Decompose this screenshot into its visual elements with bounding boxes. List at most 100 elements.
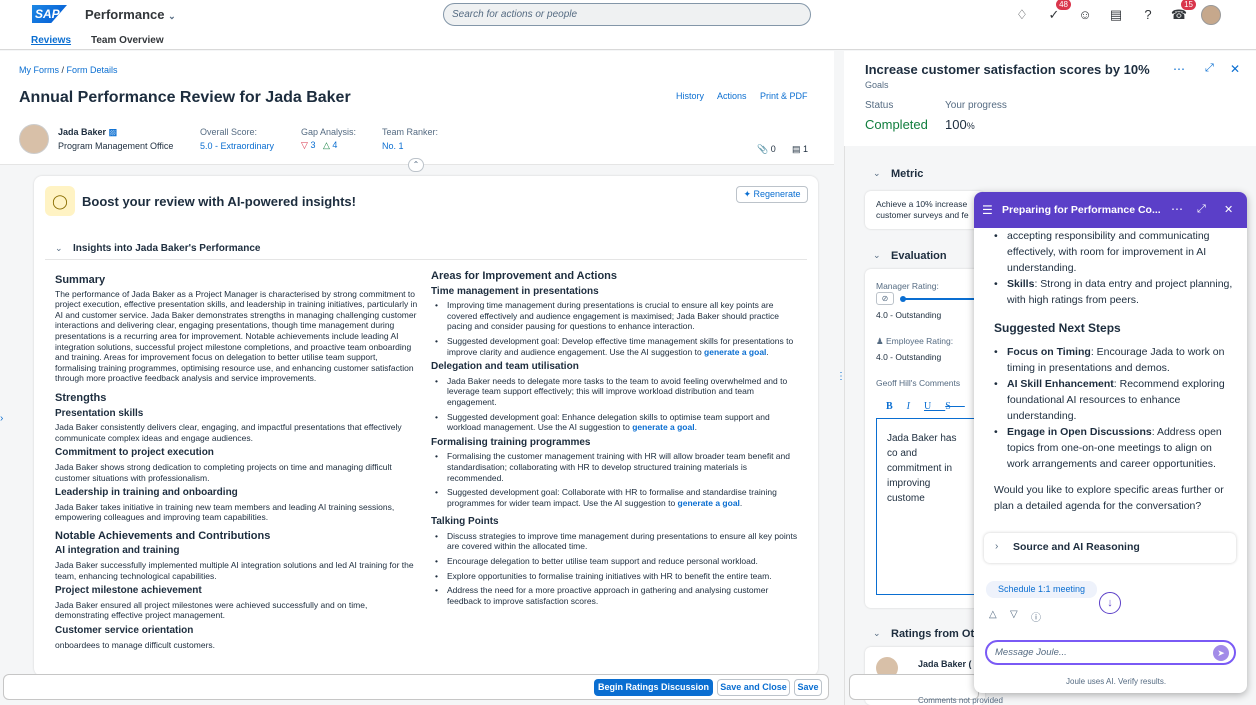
achievement-heading: Project milestone achievement: [55, 585, 202, 597]
comments-editor[interactable]: Jada Baker has co and commitment in impr…: [876, 418, 976, 595]
goal-subtitle: Goals: [865, 80, 889, 90]
insights-section-title: Insights into Jada Baker's Performance: [73, 243, 261, 254]
employee-name: Jada Baker ▨: [58, 127, 118, 137]
improvement-subheading: Time management in presentations: [431, 285, 599, 297]
user-avatar[interactable]: [1201, 5, 1221, 25]
menu-icon[interactable]: ☰: [982, 203, 993, 217]
fullscreen-icon[interactable]: ⤢: [1197, 203, 1206, 216]
evaluation-heading: Evaluation: [891, 250, 947, 262]
diamond-icon[interactable]: ♢: [1013, 6, 1031, 24]
strengths-heading: Strengths: [55, 391, 107, 404]
slider-handle[interactable]: [900, 296, 906, 302]
strength-text: Jada Baker shows strong dedication to co…: [55, 461, 392, 483]
begin-ratings-discussion-button[interactable]: Begin Ratings Discussion: [594, 679, 713, 696]
generate-goal-link[interactable]: generate a goal: [678, 498, 740, 508]
strength-heading: Leadership in training and onboarding: [55, 487, 238, 499]
status-label: Status: [865, 100, 894, 111]
print-pdf-link[interactable]: Print & PDF: [760, 91, 808, 101]
improvement-subheading: Formalising training programmes: [431, 436, 591, 448]
achievement-heading: Customer service orientation: [55, 625, 194, 637]
strength-text: Jada Baker takes initiative in training …: [55, 501, 395, 523]
actions-link[interactable]: Actions: [717, 91, 747, 101]
metric-text: Achieve a 10% increase customer surveys a…: [876, 199, 969, 220]
summary-heading: Summary: [55, 274, 106, 286]
comments-label: Geoff Hill's Comments: [876, 378, 961, 388]
chevron-down-icon[interactable]: ⌄: [873, 250, 881, 261]
paperclip-icon: 📎: [757, 144, 769, 154]
achievement-text: Jada Baker successfully implemented mult…: [55, 560, 414, 581]
generate-goal-link[interactable]: generate a goal: [632, 422, 694, 432]
breadcrumb: My Forms / Form Details: [19, 65, 118, 75]
send-icon[interactable]: ➤: [1213, 645, 1229, 661]
chat-icon[interactable]: ☺: [1076, 6, 1094, 24]
history-link[interactable]: History: [676, 91, 704, 101]
strength-text: Jada Baker consistently delivers clear, …: [55, 422, 402, 443]
boost-title: Boost your review with AI-powered insigh…: [82, 194, 356, 209]
help-icon[interactable]: ?: [1139, 6, 1157, 24]
thumbs-up-icon[interactable]: △: [989, 609, 997, 620]
info-icon[interactable]: ⓘ: [1031, 609, 1041, 624]
comments[interactable]: ▤ 1: [792, 144, 808, 155]
collapse-header-button[interactable]: ⌃: [408, 158, 424, 172]
list-item: AI Skill Enhancement: Recommend explorin…: [986, 376, 1236, 424]
breadcrumb-my-forms[interactable]: My Forms: [19, 65, 59, 75]
triangle-up-icon: △: [322, 140, 330, 150]
feedback-icon[interactable]: ▤: [1107, 6, 1125, 24]
rating-slider[interactable]: [903, 298, 975, 300]
joule-disclaimer: Joule uses AI. Verify results.: [1066, 677, 1167, 686]
save-and-close-button[interactable]: Save and Close: [717, 679, 790, 696]
app-title[interactable]: Performance ⌄: [85, 7, 176, 22]
app-title-text: Performance: [85, 7, 165, 22]
tab-reviews[interactable]: Reviews: [31, 35, 71, 46]
chevron-down-icon: ⌄: [168, 11, 176, 21]
more-icon[interactable]: ⋯: [1173, 62, 1185, 76]
attachments[interactable]: 📎 0: [757, 144, 776, 155]
expand-icon[interactable]: ⤢: [1205, 62, 1214, 75]
sparkle-icon: ✦: [743, 189, 751, 199]
regenerate-button[interactable]: ✦ Regenerate: [736, 186, 808, 203]
list-item: Formalising the customer management trai…: [431, 451, 801, 483]
thumbs-down-icon[interactable]: ▽: [1010, 609, 1018, 620]
list-item: Encourage delegation to better utilise t…: [431, 556, 801, 567]
format-toolbar[interactable]: BIUS: [886, 401, 965, 412]
tab-team-overview[interactable]: Team Overview: [91, 35, 164, 46]
strength-heading: Commitment to project execution: [55, 447, 214, 459]
message-input[interactable]: Message Joule...: [985, 640, 1236, 665]
overall-score-value[interactable]: 5.0 - Extraordinary: [200, 141, 274, 151]
bell-icon[interactable]: ☎ 15: [1170, 0, 1196, 24]
more-icon[interactable]: ⋯: [1171, 202, 1183, 216]
todo-icon[interactable]: ✓ 48: [1045, 0, 1071, 24]
triangle-down-icon: ▽: [301, 140, 308, 150]
joule-title: Preparing for Performance Co...: [1002, 204, 1161, 216]
breadcrumb-form-details[interactable]: Form Details: [67, 65, 118, 75]
comment-icon: ▤: [792, 144, 801, 154]
achievement-heading: AI integration and training: [55, 545, 180, 557]
chevron-right-icon[interactable]: ›: [0, 413, 3, 424]
chevron-down-icon[interactable]: ⌄: [873, 628, 881, 639]
chevron-down-icon[interactable]: ⌄: [873, 168, 881, 179]
schedule-meeting-chip[interactable]: Schedule 1:1 meeting: [986, 581, 1098, 598]
team-ranker-value[interactable]: No. 1: [382, 141, 404, 151]
list-item: Focus on Timing: Encourage Jada to work …: [986, 344, 1236, 376]
list-item: Jada Baker needs to delegate more tasks …: [431, 376, 801, 408]
scroll-down-button[interactable]: ↓: [1099, 592, 1121, 614]
save-button[interactable]: Save: [794, 679, 822, 696]
list-item: Improving time management during present…: [431, 300, 801, 332]
list-item: Address the need for a more proactive ap…: [431, 585, 801, 606]
close-icon[interactable]: ✕: [1230, 62, 1240, 76]
generate-goal-link[interactable]: generate a goal: [704, 347, 766, 357]
contact-card-icon[interactable]: ▨: [109, 127, 118, 137]
next-steps-heading: Suggested Next Steps: [994, 321, 1121, 335]
chevron-down-icon[interactable]: ⌄: [55, 243, 63, 254]
clear-rating-icon[interactable]: ⊘: [876, 292, 894, 305]
gap-analysis-value[interactable]: ▽ 3 △ 4: [301, 140, 337, 151]
progress-value: 100%: [945, 117, 975, 132]
insights-right-column: Areas for Improvement and Actions Time m…: [431, 266, 801, 674]
gap-analysis-label: Gap Analysis:: [301, 127, 357, 137]
close-icon[interactable]: ✕: [1224, 203, 1233, 216]
list-item: accepting responsibility and communicati…: [986, 228, 1236, 276]
list-item: Suggested development goal: Collaborate …: [431, 487, 801, 508]
employee-rating-value: 4.0 - Outstanding: [876, 352, 942, 362]
rater-note: Comments not provided: [918, 696, 1003, 705]
search-input[interactable]: Search for actions or people: [443, 3, 811, 26]
